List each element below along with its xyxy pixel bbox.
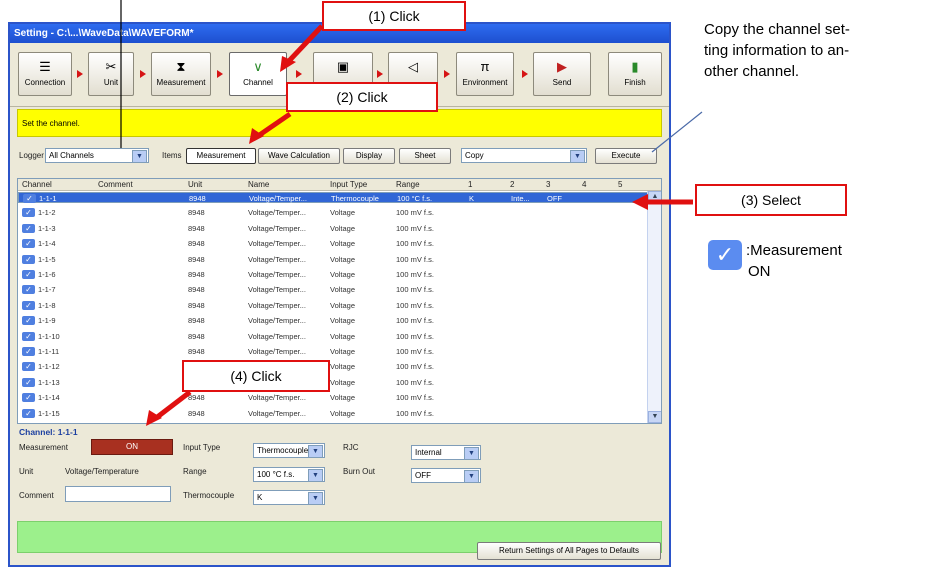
callout-arrow [154,390,192,420]
annotation-arrows [120,0,703,426]
callout-click-1: (1) Click [322,1,466,31]
callout-click-4: (4) Click [182,360,330,392]
arrowhead-icon [632,194,648,210]
callout-arrow [256,111,292,139]
copy-note: Copy the channel set- ting information t… [704,21,850,80]
legend-text: :Measurement ON [746,242,842,280]
pointer-line [651,111,703,153]
callout-click-2: (2) Click [286,82,438,112]
callout-select-3: (3) Select [695,184,847,216]
checkmark-icon: ✓ [708,240,742,270]
callout-arrow [286,24,324,64]
